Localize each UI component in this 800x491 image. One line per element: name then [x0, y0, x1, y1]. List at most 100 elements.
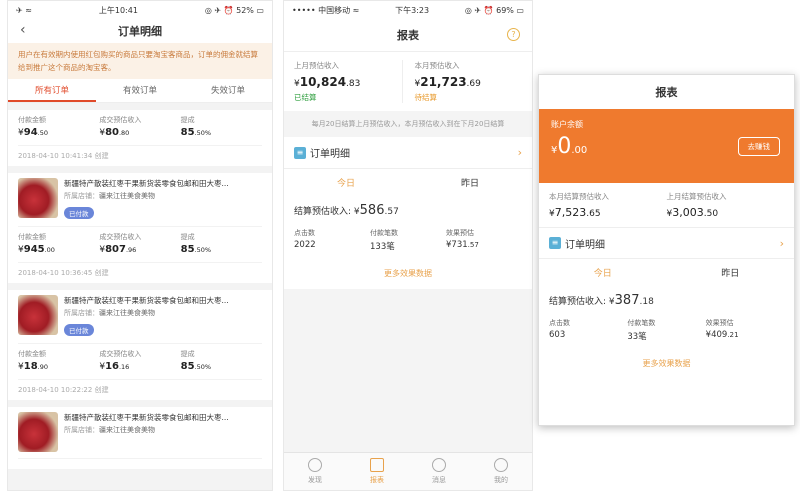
chevron-right-icon: › — [779, 236, 784, 250]
settled-status: 已结算 — [294, 93, 317, 102]
product-title: 新疆特产散装红枣干果新货装零食包邮和田大枣... — [64, 413, 229, 422]
product-title: 新疆特产散装红枣干果新货装零食包邮和田大枣... — [64, 296, 229, 305]
order-detail-label: 订单明细 — [565, 239, 605, 251]
tab-yesterday[interactable]: 昨日 — [408, 169, 532, 199]
balance-card: 账户余额 ¥0.00 去赚钱 — [539, 109, 794, 183]
this-month-label: 本月预估收入 — [414, 61, 460, 70]
clicks-value: 603 — [549, 330, 566, 340]
order-card[interactable]: 付款金额 ¥94.50 成交预估收入 ¥80.80 提成 85.50% 2018-04… — [8, 110, 272, 166]
clicks-label: 点击数 — [294, 229, 315, 237]
order-metrics: 付款金额 ¥94.50 成交预估收入 ¥80.80 提成 85.50% — [18, 115, 262, 138]
this-month-settle-label: 本月结算预估收入 — [549, 192, 609, 201]
more-data-link[interactable]: 更多效果数据 — [284, 258, 532, 289]
nav-discover[interactable]: 发现 — [284, 453, 346, 490]
status-time: 上午10:41 — [98, 5, 138, 15]
order-detail-screen: ✈ ≈ 上午10:41 ◎ ✈ ⏰ 52% ▭ ‹ 订单明细 用户在有效期内使用… — [7, 0, 273, 491]
order-timestamp: 2018-04-10 10:22:22 创建 — [18, 379, 262, 395]
rate-label: 提成 — [180, 233, 195, 241]
est-label: 成交预估收入 — [99, 350, 142, 358]
tab-invalid-orders[interactable]: 失效订单 — [184, 79, 272, 102]
payments-label: 付款笔数 — [627, 319, 656, 327]
tab-today[interactable]: 今日 — [539, 259, 667, 289]
tab-today[interactable]: 今日 — [284, 169, 408, 199]
product-title: 新疆特产散装红枣干果新货装零食包邮和田大枣... — [64, 179, 229, 188]
pay-amount: ¥18.90 — [18, 361, 48, 372]
kpi-row: 点击数 2022 付款笔数 133笔 效果预估 ¥731.57 — [284, 222, 532, 258]
settlement-summary: 本月结算预估收入 ¥7,523.65 上月结算预估收入 ¥3,003.50 — [539, 183, 794, 227]
est-label: 成交预估收入 — [99, 116, 142, 124]
chevron-right-icon: › — [517, 146, 522, 159]
order-detail-link[interactable]: ≡ 订单明细 › — [284, 137, 532, 169]
order-detail-link[interactable]: ≡ 订单明细 › — [539, 227, 794, 259]
notice-banner: 用户在有效期内使用红包购买的商品只要淘宝客商品，订单的佣金就结算给到推广这个商品… — [8, 43, 272, 79]
product-row: 新疆特产散装红枣干果新货装零食包邮和田大枣... 所属店铺：疆来江往美食美物 已… — [18, 295, 262, 344]
rate-label: 提成 — [180, 116, 195, 124]
shop-name: 所属店铺：疆来江往美食美物 — [64, 309, 155, 317]
shop-name: 所属店铺：疆来江往美食美物 — [64, 192, 155, 200]
more-data-link[interactable]: 更多效果数据 — [539, 348, 794, 379]
product-image — [18, 412, 58, 452]
balance-label: 账户余额 — [551, 120, 583, 129]
shop-name: 所属店铺：疆来江往美食美物 — [64, 426, 155, 434]
nav-messages[interactable]: 消息 — [408, 453, 470, 490]
status-right: ◎ ✈ ⏰ 69% ▭ — [464, 5, 524, 15]
help-icon[interactable]: ? — [507, 28, 520, 41]
header: 报表 — [539, 75, 794, 109]
settlement-note: 每月20日结算上月预估收入，本月预估收入到在下月20日结算 — [284, 111, 532, 137]
message-icon — [432, 458, 446, 472]
clicks-label: 点击数 — [549, 319, 570, 327]
status-bar: ✈ ≈ 上午10:41 ◎ ✈ ⏰ 52% ▭ — [8, 1, 272, 19]
last-month-value: ¥10,824.83 — [294, 75, 361, 89]
income-summary: 上月预估收入 ¥10,824.83 已结算 本月预估收入 ¥21,723.69 … — [284, 51, 532, 111]
last-month-settle-value: ¥3,003.50 — [666, 206, 719, 219]
report-balance-screen: 报表 账户余额 ¥0.00 去赚钱 本月结算预估收入 ¥7,523.65 上月结… — [538, 74, 795, 426]
back-icon[interactable]: ‹ — [20, 22, 26, 38]
nav-report[interactable]: 报表 — [346, 453, 408, 490]
status-badge: 已付款 — [64, 324, 94, 336]
header: 报表 ? — [284, 19, 532, 51]
this-month-settle-value: ¥7,523.65 — [549, 206, 601, 219]
order-metrics: 付款金额 ¥945.00 成交预估收入 ¥807.96 提成 85.50% — [18, 232, 262, 255]
est-amount: ¥80.80 — [99, 127, 130, 138]
pay-label: 付款金额 — [18, 233, 46, 241]
last-month-label: 上月预估收入 — [294, 61, 339, 70]
clicks-value: 2022 — [294, 240, 316, 250]
product-row: 新疆特产散装红枣干果新货装零食包邮和田大枣... 所属店铺：疆来江往美食美物 — [18, 412, 262, 459]
rate-value: 85.50% — [180, 127, 212, 138]
header: ‹ 订单明细 — [8, 19, 272, 43]
nav-me[interactable]: 我的 — [470, 453, 532, 490]
report-screen: ••••• 中国移动 ≈ 下午3:23 ◎ ✈ ⏰ 69% ▭ 报表 ? 上月预… — [283, 0, 533, 491]
earn-button[interactable]: 去赚钱 — [737, 137, 780, 156]
discover-icon — [308, 458, 322, 472]
chart-icon — [370, 458, 384, 472]
user-icon — [494, 458, 508, 472]
tab-yesterday[interactable]: 昨日 — [667, 259, 795, 289]
est-amount: ¥807.96 — [99, 244, 137, 255]
tab-all-orders[interactable]: 所有订单 — [8, 79, 96, 102]
product-row: 新疆特产散装红枣干果新货装零食包邮和田大枣... 所属店铺：疆来江往美食美物 已… — [18, 178, 262, 227]
est-label: 成交预估收入 — [99, 233, 142, 241]
order-detail-label: 订单明细 — [310, 149, 350, 160]
effect-label: 效果预估 — [446, 229, 474, 237]
order-timestamp: 2018-04-10 10:36:45 创建 — [18, 262, 262, 278]
order-icon: ≡ — [294, 146, 306, 159]
order-icon: ≡ — [549, 237, 561, 249]
page-title: 报表 — [655, 86, 678, 99]
status-bar: ••••• 中国移动 ≈ 下午3:23 ◎ ✈ ⏰ 69% ▭ — [284, 1, 532, 19]
payments-label: 付款笔数 — [370, 229, 398, 237]
est-amount: ¥16.16 — [99, 361, 130, 372]
effect-value: ¥731.57 — [446, 240, 479, 250]
rate-label: 提成 — [180, 350, 195, 358]
order-card[interactable]: 新疆特产散装红枣干果新货装零食包邮和田大枣... 所属店铺：疆来江往美食美物 — [8, 407, 272, 469]
status-left: ✈ ≈ — [16, 5, 32, 15]
product-image — [18, 178, 58, 218]
status-time: 下午3:23 — [395, 5, 430, 15]
product-image — [18, 295, 58, 335]
pay-amount: ¥945.00 — [18, 244, 55, 255]
payments-value: 33笔 — [627, 332, 647, 342]
pay-amount: ¥94.50 — [18, 127, 48, 138]
tab-valid-orders[interactable]: 有效订单 — [96, 79, 184, 102]
pay-label: 付款金额 — [18, 350, 46, 358]
order-card[interactable]: 新疆特产散装红枣干果新货装零食包邮和田大枣... 所属店铺：疆来江往美食美物 已… — [8, 290, 272, 400]
order-card[interactable]: 新疆特产散装红枣干果新货装零食包邮和田大枣... 所属店铺：疆来江往美食美物 已… — [8, 173, 272, 283]
